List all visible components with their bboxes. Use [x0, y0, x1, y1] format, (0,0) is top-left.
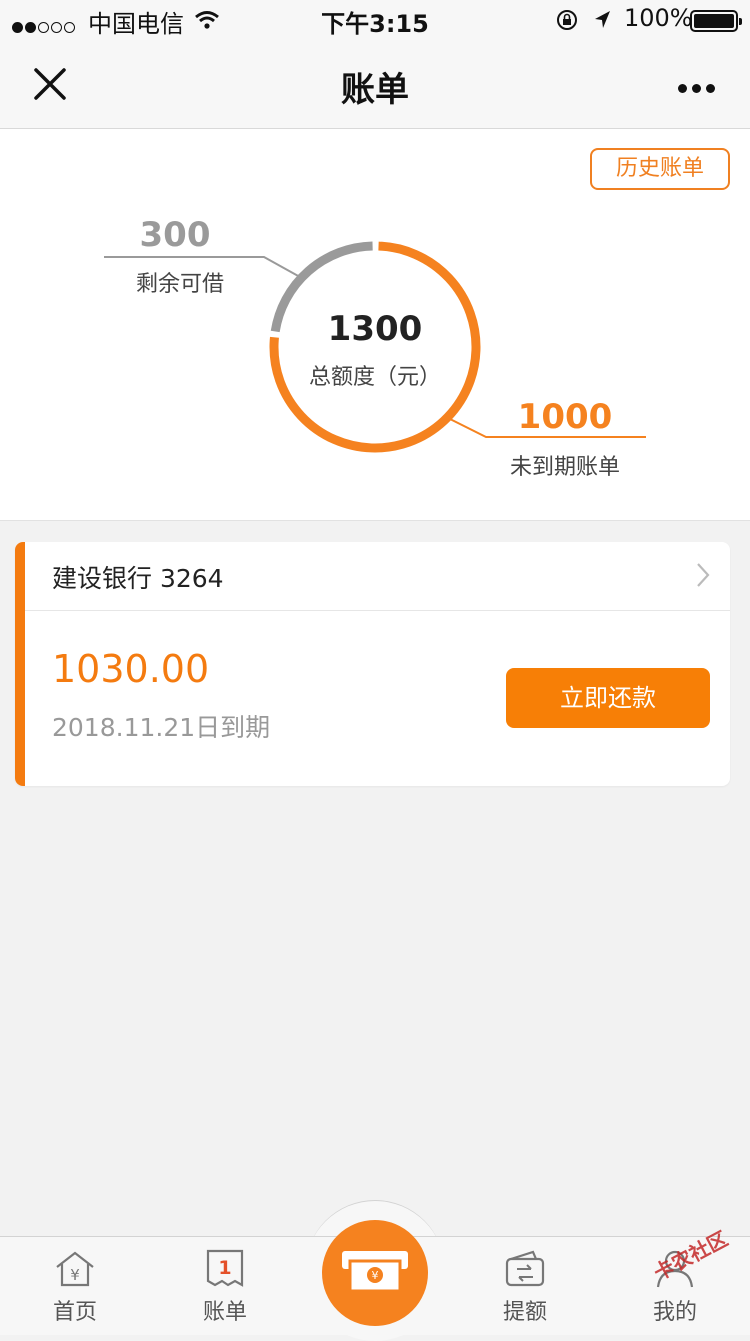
- remaining-label: 剩余可借: [135, 272, 224, 297]
- chevron-right-icon: [697, 563, 710, 587]
- tab-bills[interactable]: 1 账单: [165, 1237, 285, 1335]
- cash-center-icon: ¥: [342, 1251, 408, 1293]
- card-accent-bar: [15, 542, 25, 786]
- repay-now-button[interactable]: 立即还款: [506, 668, 710, 728]
- cash-center-button[interactable]: ¥: [322, 1220, 428, 1326]
- tab-home[interactable]: ¥ 首页: [15, 1237, 135, 1335]
- battery-percent: 100%: [624, 4, 693, 32]
- due-label: 未到期账单: [509, 455, 620, 480]
- tab-bills-label: 账单: [202, 1300, 247, 1325]
- bill-amount: 1030.00: [52, 647, 210, 691]
- svg-text:¥: ¥: [372, 1269, 379, 1282]
- status-bar: 中国电信 下午3:15 100%: [0, 0, 750, 40]
- due-value: 1000: [517, 397, 613, 437]
- bill-badge: 1: [218, 1257, 231, 1279]
- remaining-value: 300: [139, 215, 211, 255]
- card-header[interactable]: 建设银行 3264: [25, 542, 730, 611]
- more-icon[interactable]: [678, 78, 722, 93]
- page-title: 账单: [341, 70, 409, 110]
- bill-due-date: 2018.11.21日到期: [52, 713, 271, 742]
- location-arrow-icon: [595, 11, 610, 28]
- bank-name: 建设银行 3264: [52, 564, 224, 593]
- rotation-lock-icon: [557, 10, 577, 30]
- total-label: 总额度（元）: [308, 365, 441, 390]
- wallet-icon: [505, 1250, 545, 1287]
- battery-icon: [690, 10, 742, 32]
- tab-mine-label: 我的: [652, 1300, 697, 1325]
- credit-summary: 历史账单 300 剩余可借 1300 总额度（元） 1000 未到期账单: [0, 129, 750, 521]
- tab-raise-limit-label: 提额: [502, 1300, 547, 1325]
- svg-text:¥: ¥: [70, 1266, 80, 1284]
- bill-icon: 1: [206, 1249, 244, 1287]
- nav-bar: 账单: [0, 40, 750, 129]
- tab-raise-limit[interactable]: 提额: [465, 1237, 585, 1335]
- home-yen-icon: ¥: [56, 1251, 94, 1287]
- tab-home-label: 首页: [52, 1300, 97, 1325]
- total-value: 1300: [327, 309, 423, 349]
- bill-card: 建设银行 3264 1030.00 2018.11.21日到期 立即还款: [15, 542, 730, 786]
